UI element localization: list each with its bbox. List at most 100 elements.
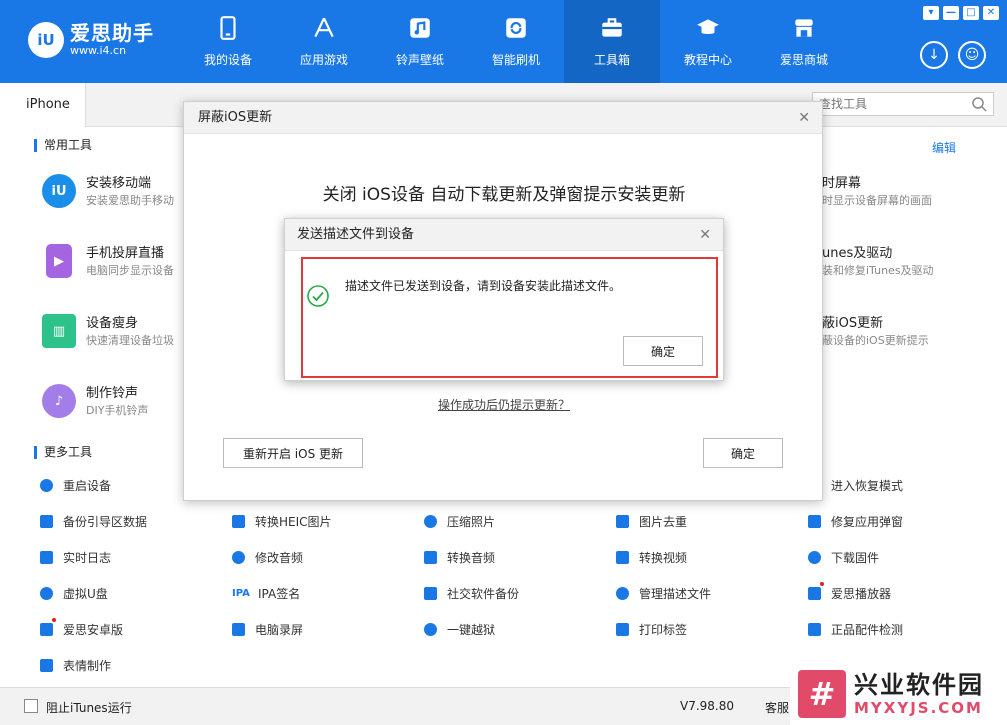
more-tool-item[interactable]: 爱思播放器 xyxy=(808,582,892,602)
user-icon[interactable]: ☺ xyxy=(958,41,986,69)
tab-iphone[interactable]: iPhone xyxy=(0,83,86,127)
site-watermark: # 兴业软件园 MYXYJS.COM xyxy=(790,663,1007,725)
more-tool-item[interactable]: 修复应用弹窗 xyxy=(808,513,903,530)
screen-cast-icon: ▶ xyxy=(46,244,72,278)
more-tool-item[interactable]: 转换视频 xyxy=(616,549,687,566)
more-tool-item[interactable]: IPA IPA签名 xyxy=(232,585,300,602)
tool-desc: 时显示设备屏幕的画面 xyxy=(822,194,932,207)
tool-desc: 装和修复iTunes及驱动 xyxy=(822,264,934,277)
more-tool-item[interactable]: 下载固件 xyxy=(808,549,879,566)
more-tool-label: 正品配件检测 xyxy=(831,623,904,637)
confirm-button[interactable]: 确定 xyxy=(703,438,783,468)
dialog-message: 描述文件已发送到设备，请到设备安装此描述文件。 xyxy=(345,279,622,293)
nav-toolbox[interactable]: 工具箱 xyxy=(564,0,660,83)
tool-device-cleanup[interactable]: ▥ 设备瘦身 快速清理设备垃圾 xyxy=(42,314,174,350)
tool-icon xyxy=(424,551,437,564)
more-tool-item[interactable]: 转换HEIC图片 xyxy=(232,513,332,530)
dialog-header: 屏蔽iOS更新 ✕ xyxy=(184,102,822,134)
search-input[interactable] xyxy=(813,93,963,115)
minimize-button[interactable]: — xyxy=(943,6,959,20)
new-badge xyxy=(820,582,824,586)
nav-smart-flash[interactable]: 智能刷机 xyxy=(468,0,564,83)
block-itunes-checkbox[interactable] xyxy=(24,699,38,713)
skin-button[interactable]: ▾ xyxy=(923,6,939,20)
new-badge xyxy=(52,618,56,622)
still-prompted-link[interactable]: 操作成功后仍提示更新？ xyxy=(184,396,824,413)
download-icon[interactable]: ↓ xyxy=(920,41,948,69)
more-tool-label: 管理描述文件 xyxy=(639,587,712,601)
edit-link[interactable]: 编辑 xyxy=(932,139,956,156)
close-button[interactable]: ✕ xyxy=(983,6,999,20)
tool-name: unes及驱动 xyxy=(822,246,893,261)
more-tool-item[interactable]: 图片去重 xyxy=(616,513,687,530)
more-tool-item[interactable]: 虚拟U盘 xyxy=(40,585,108,602)
more-tool-item[interactable]: 修改音频 xyxy=(232,549,303,566)
tool-block-ios-update[interactable]: 蔽iOS更新 蔽设备的iOS更新提示 xyxy=(822,314,929,350)
nav-shop[interactable]: 爱思商城 xyxy=(756,0,852,83)
tool-icon xyxy=(232,623,245,636)
tool-desc: 快速清理设备垃圾 xyxy=(86,334,174,347)
tool-name: 设备瘦身 xyxy=(86,316,139,331)
restart-ios-update-button[interactable]: 重新开启 iOS 更新 xyxy=(223,438,363,468)
more-tool-item[interactable]: 管理描述文件 xyxy=(616,585,711,602)
tool-icon xyxy=(40,515,53,528)
tool-icon xyxy=(616,515,629,528)
customer-service-link[interactable]: 客服 xyxy=(765,699,789,716)
nav-label: 爱思商城 xyxy=(779,53,828,67)
tool-desc: 蔽设备的iOS更新提示 xyxy=(822,334,929,347)
more-tool-item[interactable]: 爱思安卓版 xyxy=(40,618,124,638)
watermark-name: 兴业软件园 xyxy=(854,671,984,699)
music-icon xyxy=(410,18,430,38)
dialog-title: 屏蔽iOS更新 xyxy=(198,110,273,125)
app-logo: iU 爱思助手 www.i4.cn xyxy=(28,22,154,58)
tool-realtime-screen[interactable]: 时屏幕 时显示设备屏幕的画面 xyxy=(822,174,932,210)
more-tool-item[interactable]: 电脑录屏 xyxy=(232,621,303,638)
tool-screen-cast[interactable]: ▶ 手机投屏直播 电脑同步显示设备 xyxy=(42,244,174,280)
more-tool-label: 社交软件备份 xyxy=(447,587,520,601)
phone-icon xyxy=(220,16,236,40)
tool-icon xyxy=(40,551,53,564)
tool-desc: 电脑同步显示设备 xyxy=(86,264,174,277)
version-label: V7.98.80 xyxy=(680,699,735,713)
tool-icon xyxy=(424,587,437,600)
nav-my-device[interactable]: 我的设备 xyxy=(180,0,276,83)
maximize-button[interactable]: □ xyxy=(963,6,979,20)
confirm-button[interactable]: 确定 xyxy=(623,336,703,366)
tool-search[interactable] xyxy=(812,92,994,116)
success-check-icon xyxy=(307,285,329,307)
tool-make-ringtone[interactable]: ♪ 制作铃声 DIY手机铃声 xyxy=(42,384,148,420)
more-tool-label: 一键越狱 xyxy=(447,623,496,637)
more-tool-label: 爱思安卓版 xyxy=(63,623,124,637)
more-tools-title: 更多工具 xyxy=(34,446,92,459)
refresh-icon xyxy=(506,18,526,38)
tool-name: 制作铃声 xyxy=(86,386,139,401)
more-tool-item[interactable]: 社交软件备份 xyxy=(424,585,519,602)
close-icon[interactable]: ✕ xyxy=(699,219,711,251)
ringtone-icon: ♪ xyxy=(42,384,76,418)
tool-itunes-drivers[interactable]: unes及驱动 装和修复iTunes及驱动 xyxy=(822,244,934,280)
more-tool-item[interactable]: 正品配件检测 xyxy=(808,621,903,638)
tool-icon xyxy=(40,618,56,636)
close-icon[interactable]: ✕ xyxy=(798,102,810,134)
more-tool-item[interactable]: 转换音频 xyxy=(424,549,495,566)
more-tool-label: 爱思播放器 xyxy=(831,587,892,601)
more-tool-item[interactable]: 一键越狱 xyxy=(424,621,495,638)
toolbox-icon xyxy=(602,18,622,37)
nav-tutorials[interactable]: 教程中心 xyxy=(660,0,756,83)
app-header: iU 爱思助手 www.i4.cn 我的设备 应用游戏 铃声壁纸 智能刷机 工具… xyxy=(0,0,1007,83)
more-tool-item[interactable]: 压缩照片 xyxy=(424,513,495,530)
more-tool-item[interactable]: 实时日志 xyxy=(40,549,111,566)
more-tool-label: 下载固件 xyxy=(831,551,880,565)
tool-install-mobile[interactable]: iU 安装移动端 安装爱思助手移动 xyxy=(42,174,174,210)
i4-icon: iU xyxy=(42,174,76,208)
more-tool-item[interactable]: 重启设备 xyxy=(40,477,111,494)
search-icon[interactable] xyxy=(971,96,987,112)
more-tool-label: 备份引导区数据 xyxy=(63,515,148,529)
more-tool-item[interactable]: 备份引导区数据 xyxy=(40,513,147,530)
more-tool-item[interactable]: 打印标签 xyxy=(616,621,687,638)
nav-ringtones-wallpapers[interactable]: 铃声壁纸 xyxy=(372,0,468,83)
nav-apps-games[interactable]: 应用游戏 xyxy=(276,0,372,83)
tool-icon xyxy=(616,551,629,564)
more-tool-item[interactable]: 表情制作 xyxy=(40,657,111,674)
send-profile-dialog: 发送描述文件到设备 ✕ 描述文件已发送到设备，请到设备安装此描述文件。 确定 xyxy=(284,218,724,381)
